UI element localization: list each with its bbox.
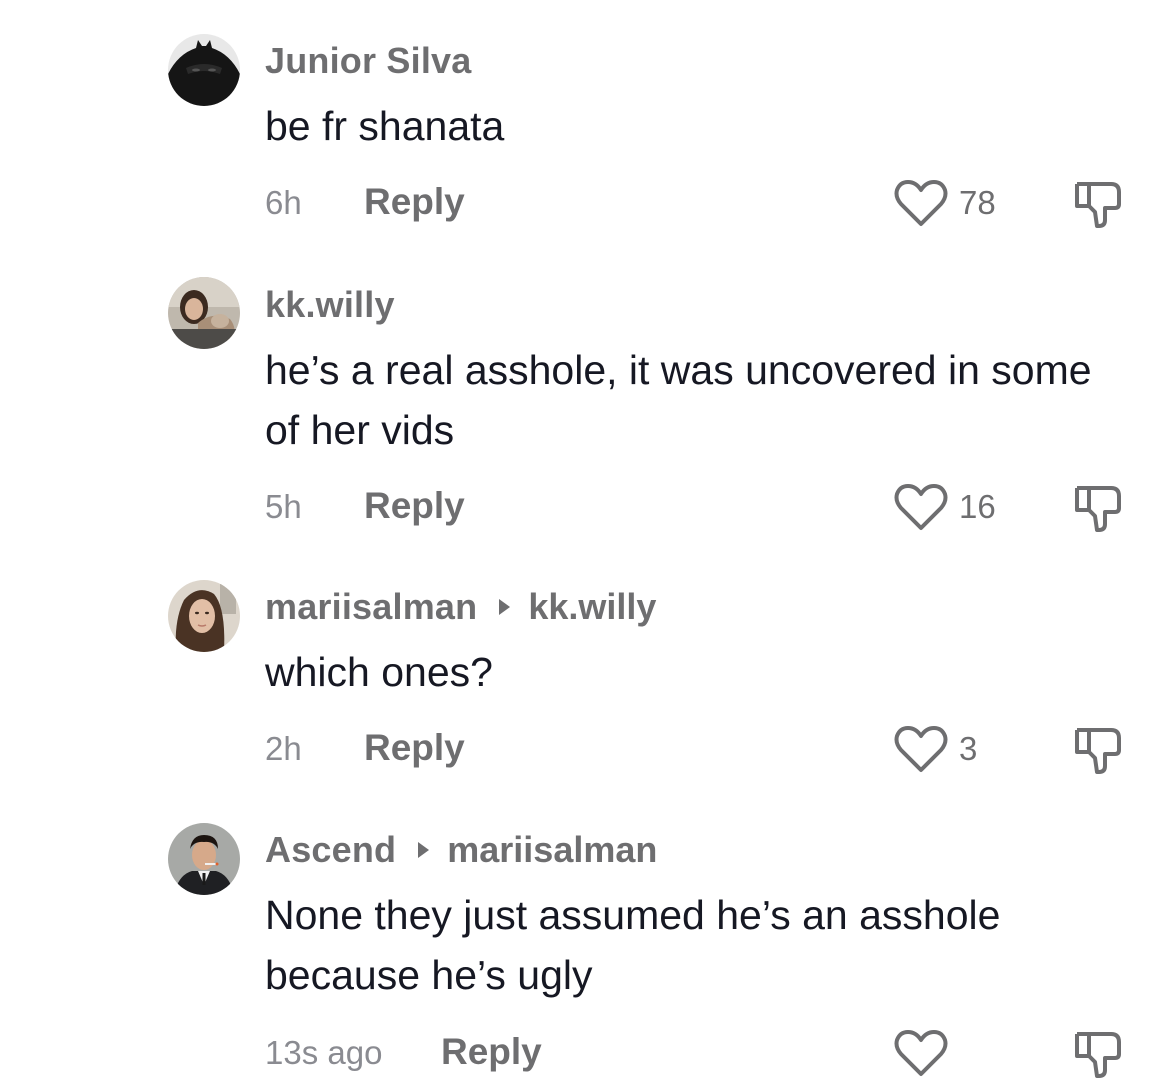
reply-button[interactable]: Reply [441, 1031, 542, 1073]
triangle-right-icon [499, 599, 511, 615]
reply-button[interactable]: Reply [364, 485, 465, 527]
username-row: mariisalman kk.willy [265, 586, 656, 628]
reply-to-username[interactable]: mariisalman [447, 829, 657, 871]
username-row: Ascend mariisalman [265, 829, 657, 871]
username[interactable]: Junior Silva [265, 40, 471, 82]
comment-timestamp: 13s ago [265, 1034, 383, 1071]
reply-button[interactable]: Reply [364, 181, 465, 223]
comment-text: which ones? [265, 649, 493, 695]
username[interactable]: kk.willy [265, 284, 395, 326]
masked-figure-avatar-icon [168, 34, 240, 106]
triangle-right-icon [418, 842, 430, 858]
comment-text: be fr shanata [265, 103, 505, 149]
like-count: 16 [959, 488, 996, 525]
user-avatar[interactable] [168, 34, 240, 106]
woman-portrait-avatar-icon [168, 580, 240, 652]
heart-outline-icon[interactable] [893, 724, 949, 774]
like-count: 78 [959, 184, 996, 221]
comment-timestamp: 5h [265, 488, 302, 525]
heart-outline-icon[interactable] [893, 482, 949, 532]
username[interactable]: mariisalman [265, 586, 477, 628]
reply-button[interactable]: Reply [364, 727, 465, 769]
thumbs-down-outline-icon[interactable] [1071, 724, 1125, 776]
comment-text: None they just assumed he’s an asshole b… [265, 892, 1001, 998]
user-avatar[interactable] [168, 277, 240, 349]
comment-text: he’s a real asshole, it was uncovered in… [265, 347, 1092, 453]
username-row: kk.willy [265, 284, 395, 326]
thumbs-down-outline-icon[interactable] [1071, 178, 1125, 230]
comment-timestamp: 6h [265, 184, 302, 221]
user-avatar[interactable] [168, 823, 240, 895]
heart-outline-icon[interactable] [893, 1028, 949, 1078]
user-avatar[interactable] [168, 580, 240, 652]
woman-with-dog-avatar-icon [168, 277, 240, 349]
username-row: Junior Silva [265, 40, 471, 82]
comment-timestamp: 2h [265, 730, 302, 767]
thumbs-down-outline-icon[interactable] [1071, 482, 1125, 534]
man-in-suit-avatar-icon [168, 823, 240, 895]
reply-to-username[interactable]: kk.willy [528, 586, 656, 628]
heart-outline-icon[interactable] [893, 178, 949, 228]
username[interactable]: Ascend [265, 829, 396, 871]
like-count: 3 [959, 730, 978, 767]
thumbs-down-outline-icon[interactable] [1071, 1028, 1125, 1080]
